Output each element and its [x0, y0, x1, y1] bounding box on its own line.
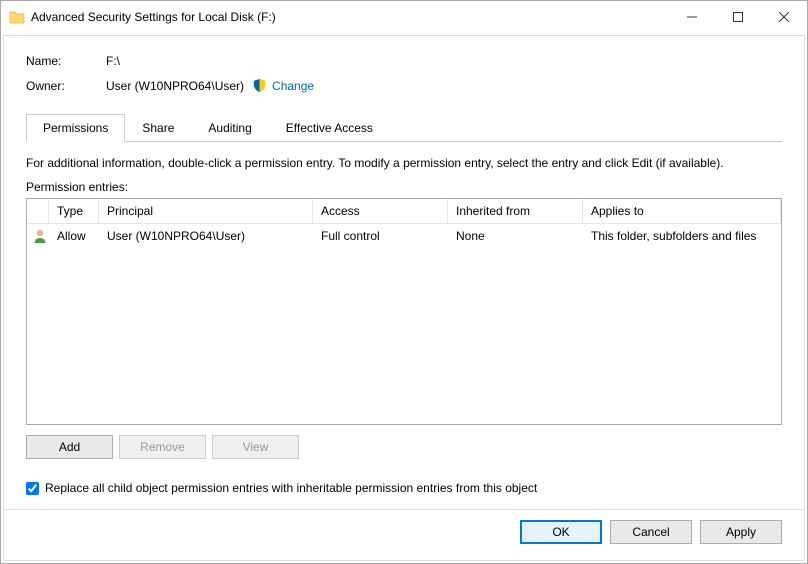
replace-children-label: Replace all child object permission entr… [45, 481, 537, 495]
folder-icon [9, 9, 25, 25]
col-access-header[interactable]: Access [313, 199, 448, 224]
content-area: Name: F:\ Owner: User (W10NPRO64\User) C… [3, 35, 805, 561]
row-user-icon [27, 224, 49, 248]
window-title: Advanced Security Settings for Local Dis… [31, 10, 276, 24]
tab-permissions[interactable]: Permissions [26, 114, 125, 142]
replace-children-checkbox[interactable] [26, 482, 39, 495]
tab-effective-access[interactable]: Effective Access [269, 114, 390, 142]
security-settings-window: Advanced Security Settings for Local Dis… [0, 0, 808, 564]
window-controls [669, 1, 807, 33]
view-button: View [212, 435, 299, 459]
add-button[interactable]: Add [26, 435, 113, 459]
row-access: Full control [313, 224, 448, 248]
tab-auditing[interactable]: Auditing [191, 114, 268, 142]
dialog-buttons: OK Cancel Apply [26, 520, 782, 544]
close-button[interactable] [761, 1, 807, 33]
info-text: For additional information, double-click… [26, 156, 782, 170]
apply-button[interactable]: Apply [700, 520, 782, 544]
entries-label: Permission entries: [26, 180, 782, 194]
col-applies-header[interactable]: Applies to [583, 199, 781, 224]
list-body: Allow User (W10NPRO64\User) Full control… [27, 224, 781, 424]
name-value: F:\ [106, 54, 120, 68]
col-inherited-header[interactable]: Inherited from [448, 199, 583, 224]
name-label: Name: [26, 54, 106, 68]
change-owner-link[interactable]: Change [272, 79, 314, 93]
row-applies: This folder, subfolders and files [583, 224, 781, 248]
tab-strip: Permissions Share Auditing Effective Acc… [26, 113, 782, 142]
entry-buttons: Add Remove View [26, 435, 782, 459]
maximize-button[interactable] [715, 1, 761, 33]
col-type-header[interactable]: Type [49, 199, 99, 224]
owner-label: Owner: [26, 79, 106, 93]
permission-row[interactable]: Allow User (W10NPRO64\User) Full control… [27, 224, 781, 248]
owner-value: User (W10NPRO64\User) [106, 79, 244, 93]
permission-entries-list[interactable]: Type Principal Access Inherited from App… [26, 198, 782, 425]
row-principal: User (W10NPRO64\User) [99, 224, 313, 248]
name-row: Name: F:\ [26, 54, 782, 68]
shield-icon [252, 78, 267, 93]
cancel-button[interactable]: Cancel [610, 520, 692, 544]
col-icon-header[interactable] [27, 199, 49, 224]
list-header: Type Principal Access Inherited from App… [27, 199, 781, 224]
tab-share[interactable]: Share [125, 114, 191, 142]
footer-separator [4, 509, 804, 510]
titlebar: Advanced Security Settings for Local Dis… [1, 1, 807, 33]
row-type: Allow [49, 224, 99, 248]
ok-button[interactable]: OK [520, 520, 602, 544]
owner-row: Owner: User (W10NPRO64\User) Change [26, 78, 782, 93]
remove-button: Remove [119, 435, 206, 459]
row-inherited: None [448, 224, 583, 248]
col-principal-header[interactable]: Principal [99, 199, 313, 224]
minimize-button[interactable] [669, 1, 715, 33]
replace-children-checkbox-row[interactable]: Replace all child object permission entr… [26, 481, 782, 495]
